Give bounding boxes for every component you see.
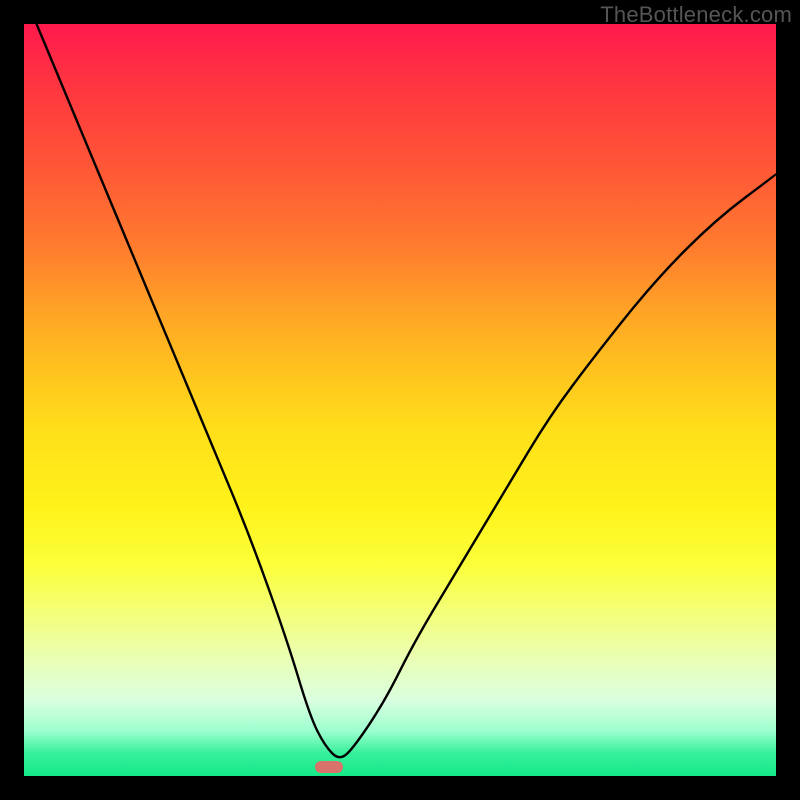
chart-frame: TheBottleneck.com xyxy=(0,0,800,800)
watermark-text: TheBottleneck.com xyxy=(600,2,792,28)
chart-background xyxy=(24,24,776,776)
chart-minimum-marker xyxy=(315,761,343,773)
